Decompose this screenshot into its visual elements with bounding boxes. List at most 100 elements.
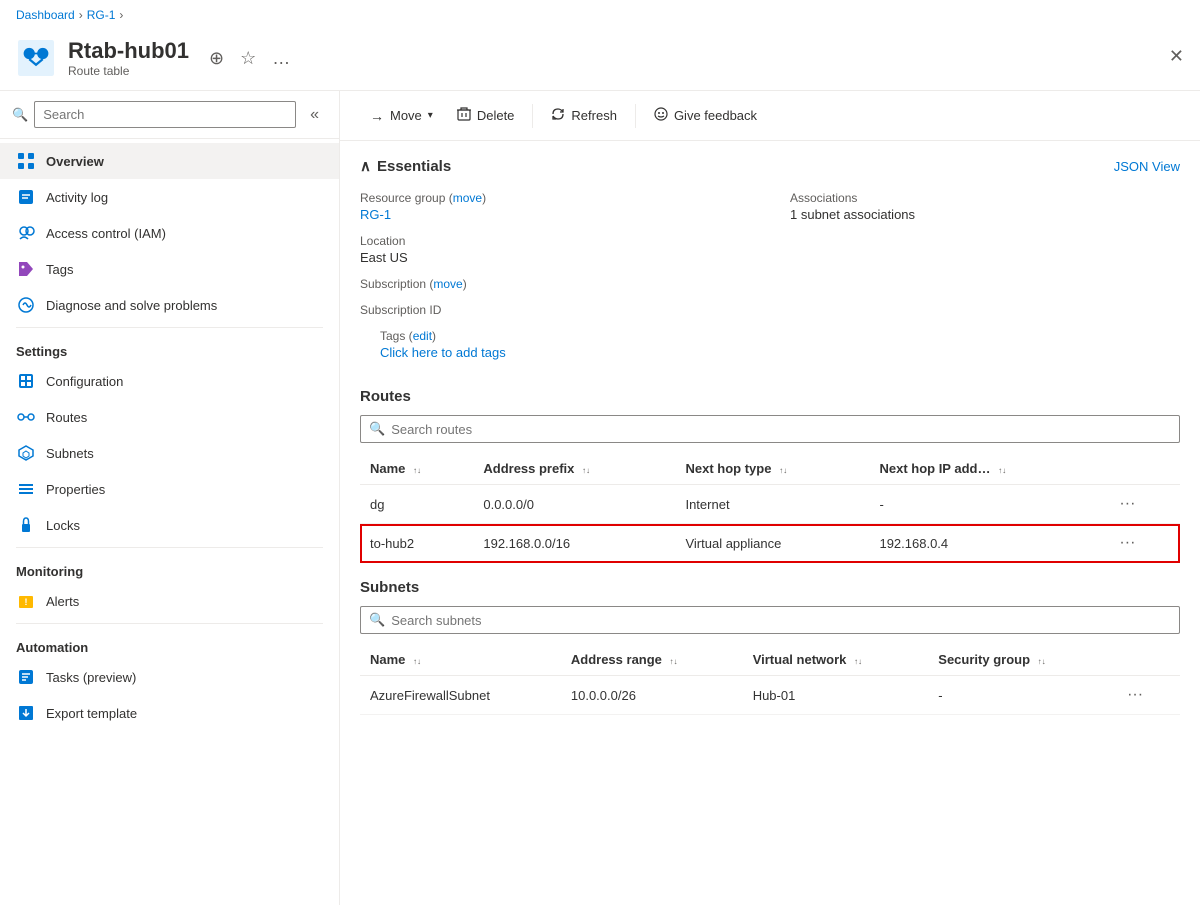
sidebar-item-label: Properties bbox=[46, 482, 105, 497]
sidebar-item-export[interactable]: Export template bbox=[0, 695, 339, 731]
sort-name-icon: ↑↓ bbox=[413, 467, 421, 475]
sidebar-divider-settings bbox=[16, 327, 323, 328]
sidebar-item-locks[interactable]: Locks bbox=[0, 507, 339, 543]
refresh-icon bbox=[551, 107, 565, 124]
sort-address-icon: ↑↓ bbox=[582, 467, 590, 475]
delete-button[interactable]: Delete bbox=[447, 101, 525, 130]
config-icon bbox=[16, 371, 36, 391]
col-actions-header bbox=[1103, 453, 1180, 485]
toolbar-separator bbox=[532, 104, 533, 128]
sidebar-item-label: Configuration bbox=[46, 374, 123, 389]
sort-hop-type-icon: ↑↓ bbox=[779, 467, 787, 475]
subnet-row-actions: ··· bbox=[1111, 676, 1180, 715]
move-rg-link[interactable]: move bbox=[453, 191, 482, 205]
sidebar-item-overview[interactable]: Overview bbox=[0, 143, 339, 179]
col-next-hop-type[interactable]: Next hop type ↑↓ bbox=[675, 453, 869, 485]
table-row[interactable]: dg 0.0.0.0/0 Internet - ··· bbox=[360, 485, 1180, 524]
pin-button[interactable]: ⊕ bbox=[205, 44, 228, 73]
feedback-icon bbox=[654, 107, 668, 124]
rg-value-link[interactable]: RG-1 bbox=[360, 207, 391, 222]
edit-tags-link[interactable]: edit bbox=[413, 329, 432, 343]
sidebar-item-access-control[interactable]: Access control (IAM) bbox=[0, 215, 339, 251]
tasks-icon bbox=[16, 667, 36, 687]
routes-table: Name ↑↓ Address prefix ↑↓ Next hop type … bbox=[360, 453, 1180, 563]
associations-item: Associations 1 subnet associations bbox=[790, 191, 1180, 222]
move-icon: → bbox=[370, 108, 384, 124]
breadcrumb-rg1[interactable]: RG-1 bbox=[87, 8, 116, 22]
favorite-button[interactable]: ☆ bbox=[236, 44, 260, 73]
route-more-button[interactable]: ··· bbox=[1113, 532, 1141, 554]
subnets-search-icon: 🔍 bbox=[369, 612, 385, 628]
essentials-grid: Resource group (move) RG-1 Location East… bbox=[360, 191, 1180, 329]
search-subnets-box: 🔍 bbox=[360, 606, 1180, 634]
json-view-link[interactable]: JSON View bbox=[1114, 159, 1180, 174]
col-name[interactable]: Name ↑↓ bbox=[360, 453, 473, 485]
sidebar-item-label: Alerts bbox=[46, 594, 79, 609]
page-header: Rtab-hub01 Route table ⊕ ☆ … ✕ bbox=[0, 30, 1200, 91]
move-button[interactable]: → Move ▾ bbox=[360, 102, 443, 130]
essentials-col-right: Associations 1 subnet associations bbox=[790, 191, 1180, 329]
sidebar-item-diagnose[interactable]: Diagnose and solve problems bbox=[0, 287, 339, 323]
search-routes-box: 🔍 bbox=[360, 415, 1180, 443]
breadcrumb-dashboard[interactable]: Dashboard bbox=[16, 8, 75, 22]
close-button[interactable]: ✕ bbox=[1169, 46, 1184, 67]
sidebar-search-box: 🔍 « bbox=[0, 91, 339, 139]
toolbar: → Move ▾ Delete Refresh bbox=[340, 91, 1200, 141]
routes-icon bbox=[16, 407, 36, 427]
sidebar-item-label: Export template bbox=[46, 706, 137, 721]
col-address-range[interactable]: Address range ↑↓ bbox=[561, 644, 743, 676]
subnet-name: AzureFirewallSubnet bbox=[360, 676, 561, 715]
resource-type: Route table bbox=[68, 64, 189, 78]
route-more-button[interactable]: ··· bbox=[1113, 493, 1141, 515]
feedback-button[interactable]: Give feedback bbox=[644, 101, 767, 130]
subnets-icon bbox=[16, 443, 36, 463]
search-subnets-input[interactable] bbox=[391, 613, 1171, 628]
locks-icon bbox=[16, 515, 36, 535]
sort-subnet-name-icon: ↑↓ bbox=[413, 658, 421, 666]
col-address-prefix[interactable]: Address prefix ↑↓ bbox=[473, 453, 675, 485]
subscription-item: Subscription (move) bbox=[360, 277, 750, 291]
col-virtual-network[interactable]: Virtual network ↑↓ bbox=[743, 644, 929, 676]
add-tags-link[interactable]: Click here to add tags bbox=[380, 345, 506, 360]
alerts-icon: ! bbox=[16, 591, 36, 611]
sidebar-item-label: Activity log bbox=[46, 190, 108, 205]
sidebar-item-routes[interactable]: Routes bbox=[0, 399, 339, 435]
more-options-button[interactable]: … bbox=[268, 44, 294, 73]
route-name: to-hub2 bbox=[360, 524, 473, 563]
sidebar-item-label: Tasks (preview) bbox=[46, 670, 136, 685]
automation-section-header: Automation bbox=[0, 628, 339, 659]
sidebar-item-tasks[interactable]: Tasks (preview) bbox=[0, 659, 339, 695]
content-area: → Move ▾ Delete Refresh bbox=[340, 91, 1200, 905]
resource-icon bbox=[16, 38, 56, 78]
properties-icon bbox=[16, 479, 36, 499]
search-routes-input[interactable] bbox=[391, 422, 1171, 437]
subnet-more-button[interactable]: ··· bbox=[1121, 684, 1149, 706]
search-input[interactable] bbox=[34, 101, 296, 128]
svg-text:!: ! bbox=[25, 597, 28, 607]
route-row-actions: ··· bbox=[1103, 524, 1180, 563]
sidebar-item-tags[interactable]: Tags bbox=[0, 251, 339, 287]
subnets-table-header: Name ↑↓ Address range ↑↓ Virtual network… bbox=[360, 644, 1180, 676]
col-next-hop-ip[interactable]: Next hop IP add… ↑↓ bbox=[869, 453, 1103, 485]
col-subnet-name[interactable]: Name ↑↓ bbox=[360, 644, 561, 676]
table-row[interactable]: AzureFirewallSubnet 10.0.0.0/26 Hub-01 -… bbox=[360, 676, 1180, 715]
route-next-hop-ip: 192.168.0.4 bbox=[869, 524, 1103, 563]
sort-sg-icon: ↑↓ bbox=[1038, 658, 1046, 666]
collapse-sidebar-button[interactable]: « bbox=[302, 102, 327, 128]
table-row[interactable]: to-hub2 192.168.0.0/16 Virtual appliance… bbox=[360, 524, 1180, 563]
routes-table-header: Name ↑↓ Address prefix ↑↓ Next hop type … bbox=[360, 453, 1180, 485]
sidebar-item-subnets[interactable]: Subnets bbox=[0, 435, 339, 471]
col-security-group[interactable]: Security group ↑↓ bbox=[928, 644, 1111, 676]
sidebar-item-alerts[interactable]: ! Alerts bbox=[0, 583, 339, 619]
sidebar-item-properties[interactable]: Properties bbox=[0, 471, 339, 507]
delete-icon bbox=[457, 107, 471, 124]
sidebar-item-configuration[interactable]: Configuration bbox=[0, 363, 339, 399]
route-address-prefix: 192.168.0.0/16 bbox=[473, 524, 675, 563]
subnets-table: Name ↑↓ Address range ↑↓ Virtual network… bbox=[360, 644, 1180, 715]
location-item: Location East US bbox=[360, 234, 750, 265]
refresh-button[interactable]: Refresh bbox=[541, 101, 627, 130]
breadcrumb: Dashboard › RG-1 › bbox=[0, 0, 1200, 30]
sidebar-item-activity-log[interactable]: Activity log bbox=[0, 179, 339, 215]
route-next-hop-type: Virtual appliance bbox=[675, 524, 869, 563]
move-sub-link[interactable]: move bbox=[433, 277, 462, 291]
